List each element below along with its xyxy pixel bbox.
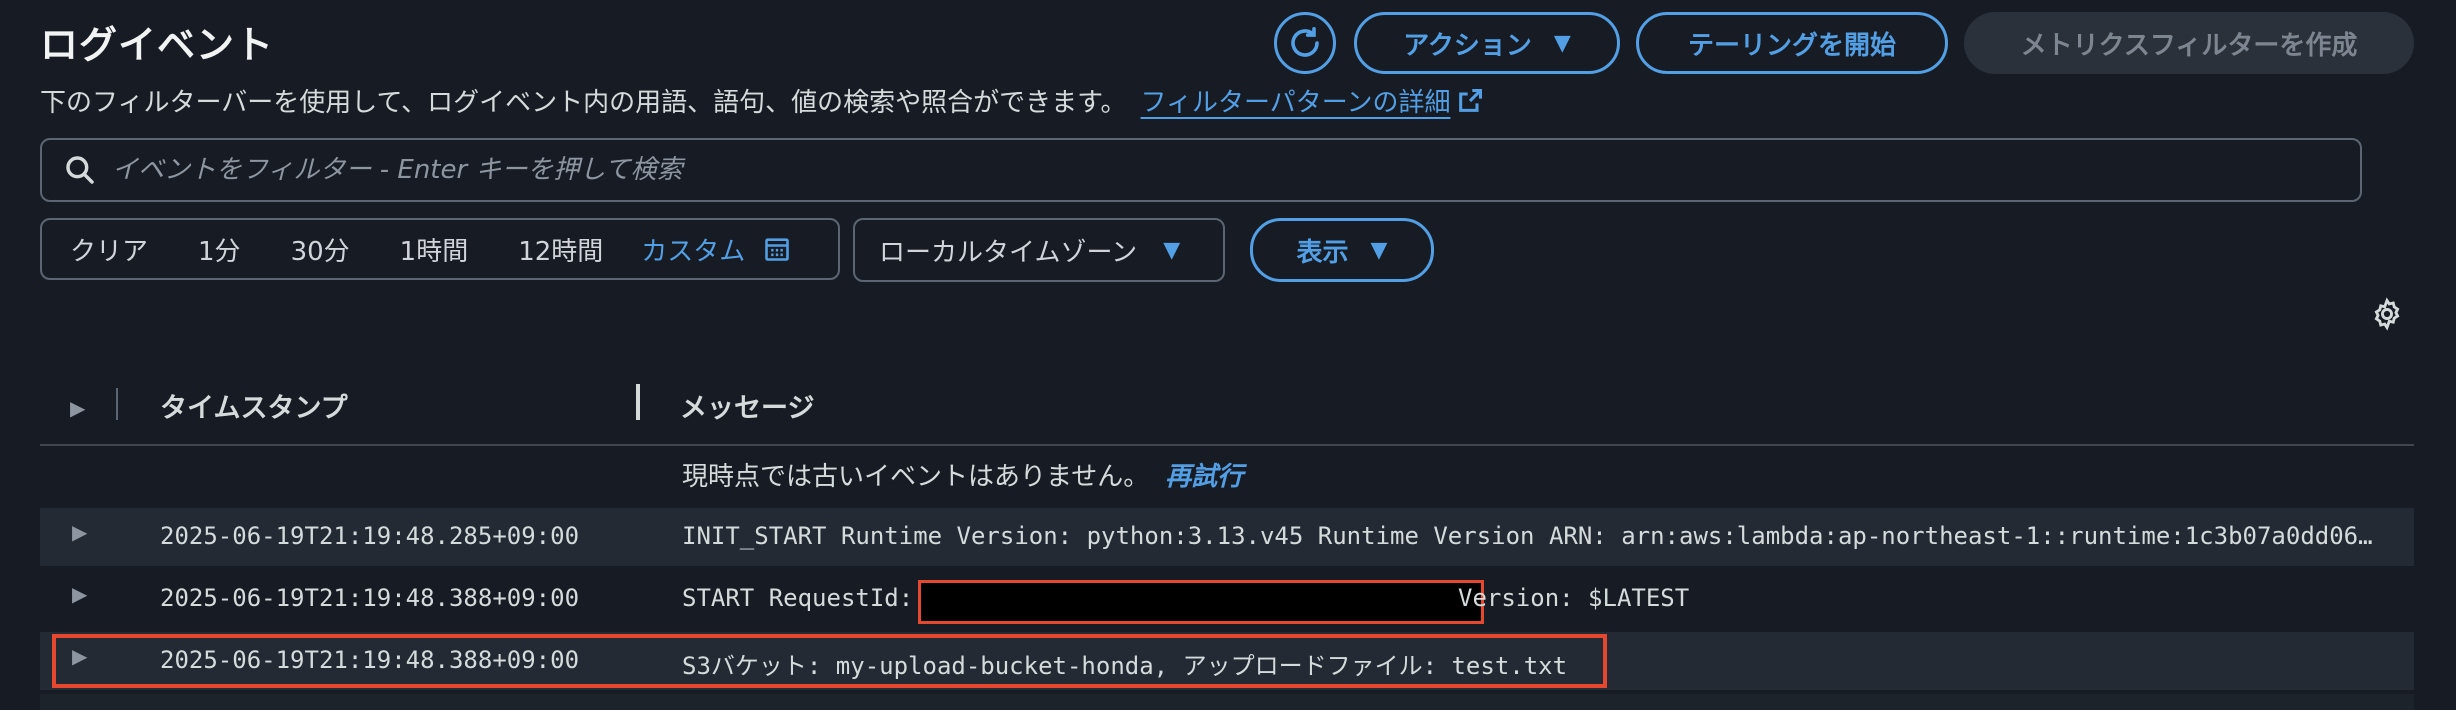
- actions-label: アクション: [1403, 30, 1532, 61]
- log-timestamp: 2025-06-19T21:19:48.388+09:00: [160, 584, 580, 612]
- no-older-events-notice: 現時点では古いイベントはありません。 再試行: [682, 456, 1243, 493]
- view-label: 表示: [1296, 237, 1349, 268]
- filter-pattern-link-label: フィルターパターンの詳細: [1140, 88, 1451, 118]
- log-message-suffix: Version: $LATEST: [1458, 584, 1690, 612]
- timezone-select[interactable]: ローカルタイムゾーン ▼: [853, 218, 1225, 282]
- actions-dropdown-button[interactable]: アクション ▼: [1354, 12, 1620, 74]
- timezone-selected: ローカルタイムゾーン: [879, 237, 1138, 268]
- search-icon: [66, 156, 94, 184]
- filter-search-input[interactable]: [112, 155, 2312, 185]
- filter-pattern-link[interactable]: フィルターパターンの詳細: [1141, 88, 1451, 118]
- external-link-icon: [1459, 88, 1483, 112]
- time-range-selector: クリア 1分 30分 1時間 12時間 カスタム: [40, 218, 840, 280]
- time-range-1h[interactable]: 1時間: [400, 231, 469, 268]
- description-text: 下のフィルターバーを使用して、ログイベント内の用語、語句、値の検索や照合ができま…: [40, 88, 1127, 118]
- redacted-request-id: [918, 580, 1484, 624]
- expand-row-icon[interactable]: ▶: [72, 582, 87, 606]
- time-range-1m[interactable]: 1分: [198, 231, 241, 268]
- time-range-clear[interactable]: クリア: [70, 231, 148, 268]
- log-row[interactable]: ▶ 2025-06-19T21:19:48.285+09:00 INIT_STA…: [40, 508, 2414, 566]
- time-range-30m[interactable]: 30分: [291, 231, 350, 268]
- page-title: ログイベント: [40, 23, 275, 67]
- time-range-custom[interactable]: カスタム: [641, 231, 745, 268]
- log-timestamp: 2025-06-19T21:19:48.285+09:00: [160, 522, 580, 550]
- expand-row-icon[interactable]: ▶: [72, 520, 87, 544]
- filter-search-box[interactable]: [40, 138, 2362, 202]
- log-message: INIT_START Runtime Version: python:3.13.…: [682, 522, 2373, 550]
- view-dropdown-button[interactable]: 表示 ▼: [1250, 218, 1434, 282]
- log-table-header: ▶ タイムスタンプ メッセージ: [40, 380, 2414, 446]
- column-resize-handle[interactable]: [636, 384, 640, 420]
- log-message-prefix: START RequestId:: [682, 584, 914, 612]
- calendar-icon[interactable]: [763, 235, 791, 263]
- log-row[interactable]: ▶ 2025-06-19T21:19:48.388+09:00 START Re…: [40, 570, 2414, 628]
- caret-down-icon: ▼: [1163, 237, 1181, 263]
- refresh-icon: [1291, 26, 1319, 57]
- settings-gear-icon[interactable]: [2370, 297, 2404, 331]
- highlight-box: [52, 634, 1607, 688]
- column-header-timestamp[interactable]: タイムスタンプ: [160, 386, 348, 425]
- caret-down-icon: ▼: [1553, 30, 1571, 56]
- retry-link[interactable]: 再試行: [1165, 462, 1243, 492]
- page-description: 下のフィルターバーを使用して、ログイベント内の用語、語句、値の検索や照合ができま…: [40, 82, 1484, 119]
- caret-down-icon: ▼: [1370, 237, 1388, 263]
- column-divider: [116, 388, 118, 420]
- refresh-button[interactable]: [1274, 12, 1336, 74]
- create-metric-filter-button[interactable]: メトリクスフィルターを作成: [1964, 12, 2414, 74]
- expand-all-icon[interactable]: ▶: [70, 396, 85, 420]
- time-range-12h[interactable]: 12時間: [518, 231, 603, 268]
- column-header-message[interactable]: メッセージ: [680, 386, 814, 425]
- no-older-events-text: 現時点では古いイベントはありません。: [682, 462, 1150, 492]
- next-row-partial: [40, 694, 2414, 710]
- start-tailing-button[interactable]: テーリングを開始: [1636, 12, 1948, 74]
